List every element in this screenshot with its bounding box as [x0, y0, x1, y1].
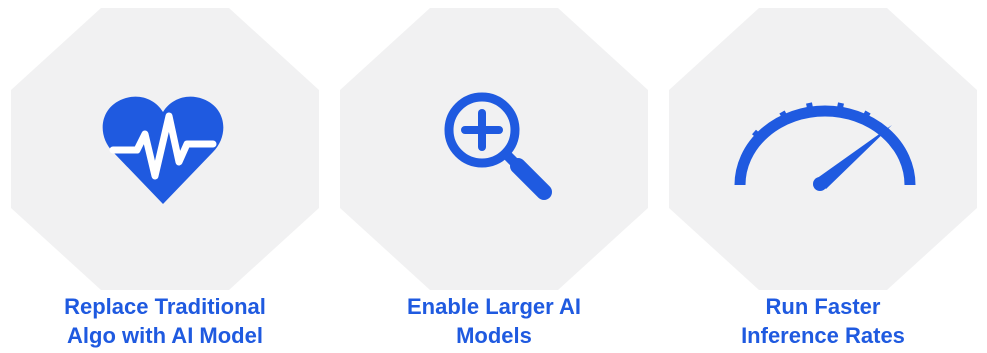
- speedometer-icon: [734, 102, 916, 191]
- feature-card-faster-inference: Run Faster Inference Rates: [658, 0, 987, 353]
- feature-label-line-1: Replace Traditional: [64, 294, 266, 319]
- zoom-in-icon: [444, 92, 552, 200]
- heart-pulse-icon: [102, 96, 224, 204]
- feature-label: Replace Traditional Algo with AI Model: [0, 292, 330, 350]
- feature-label-line-2: Models: [456, 323, 532, 348]
- feature-card-larger-models: Enable Larger AI Models: [329, 0, 659, 353]
- feature-card-replace-algo: Replace Traditional Algo with AI Model: [0, 0, 330, 353]
- feature-label-line-1: Enable Larger AI: [406, 294, 581, 319]
- feature-label: Run Faster Inference Rates: [658, 292, 987, 350]
- feature-label-line-2: Algo with AI Model: [67, 323, 263, 348]
- feature-label-line-1: Run Faster: [765, 294, 881, 319]
- feature-label: Enable Larger AI Models: [329, 292, 659, 350]
- feature-label-line-2: Inference Rates: [741, 323, 905, 348]
